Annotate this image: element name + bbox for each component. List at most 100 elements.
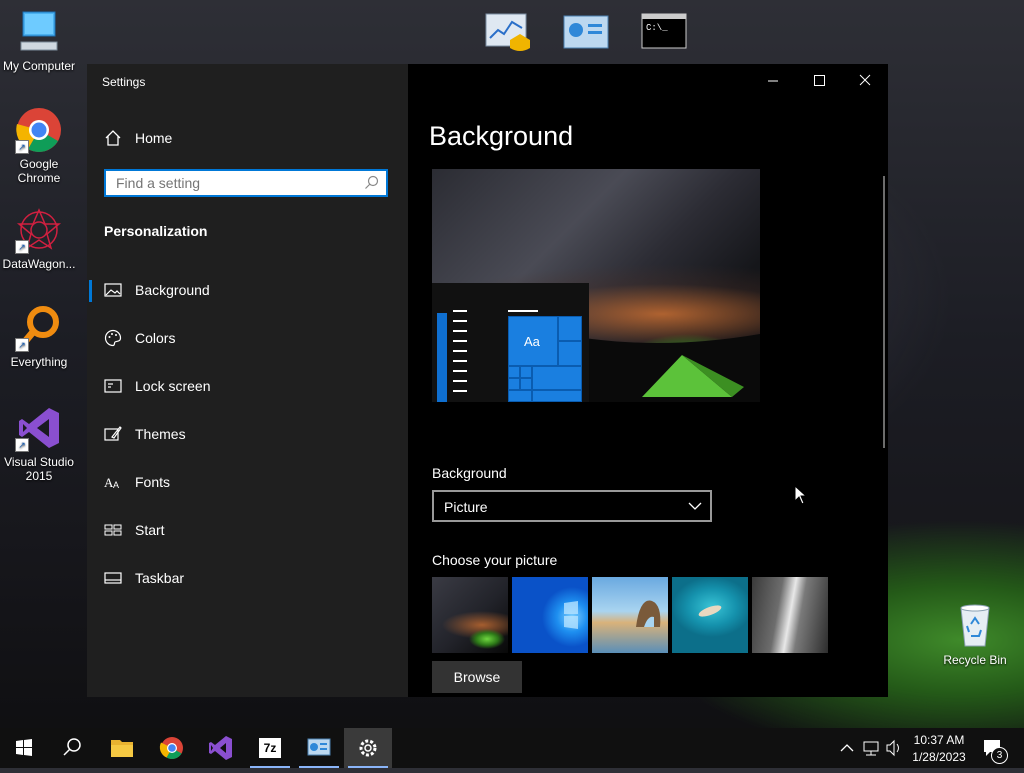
picture-thumbnail-milky-way-tent[interactable] bbox=[432, 577, 508, 653]
nav-home[interactable]: Home bbox=[87, 116, 408, 160]
nav-label: Taskbar bbox=[135, 570, 185, 586]
dropdown-value: Picture bbox=[444, 499, 488, 515]
preview-line bbox=[453, 350, 467, 352]
taskbar-chrome[interactable] bbox=[148, 728, 196, 768]
settings-window: Settings Home Personalization Background… bbox=[87, 64, 888, 697]
show-hidden-icons-button[interactable] bbox=[838, 728, 856, 768]
desktop-icon-label: Everything bbox=[10, 355, 68, 369]
taskbar-control-panel[interactable] bbox=[295, 728, 343, 768]
desktop-icon-command-prompt[interactable]: C:\_ bbox=[640, 12, 688, 56]
fonts-icon: AA bbox=[104, 473, 122, 491]
picture-thumbnail-underwater-swimmer[interactable] bbox=[672, 577, 748, 653]
nav-item-lock-screen[interactable]: Lock screen bbox=[87, 364, 408, 408]
preview-tile bbox=[558, 316, 582, 341]
search-input[interactable] bbox=[106, 171, 366, 195]
home-icon bbox=[104, 129, 122, 147]
taskbar-file-explorer[interactable] bbox=[98, 728, 146, 768]
settings-sidebar: Settings Home Personalization Background… bbox=[87, 64, 408, 697]
preview-tile bbox=[508, 390, 532, 402]
mouse-cursor-icon bbox=[794, 485, 808, 505]
search-icon bbox=[63, 738, 81, 756]
file-explorer-icon bbox=[111, 740, 133, 757]
preview-tile bbox=[520, 378, 532, 390]
network-icon bbox=[863, 741, 879, 756]
nav-label: Home bbox=[135, 130, 173, 146]
maximize-button[interactable] bbox=[796, 64, 842, 98]
windows-logo-icon bbox=[564, 601, 578, 629]
preview-line bbox=[453, 390, 467, 392]
palette-icon bbox=[104, 329, 122, 347]
taskbar-settings[interactable] bbox=[344, 728, 392, 768]
control-panel-icon bbox=[563, 15, 609, 49]
nav-label: Themes bbox=[135, 426, 186, 442]
shortcut-arrow-icon: ↗ bbox=[15, 438, 29, 452]
desktop-icon-everything[interactable]: ↗ Everything bbox=[0, 304, 78, 369]
background-label: Background bbox=[432, 465, 507, 481]
task-manager-icon bbox=[485, 13, 530, 51]
chrome-icon bbox=[159, 737, 183, 759]
recycle-bin-icon bbox=[960, 604, 990, 647]
start-button[interactable] bbox=[0, 728, 48, 768]
taskbar-7zip[interactable]: 7z bbox=[246, 728, 294, 768]
close-icon bbox=[859, 74, 871, 86]
taskbar-visual-studio[interactable] bbox=[197, 728, 245, 768]
nav-label: Start bbox=[135, 522, 165, 538]
background-type-dropdown[interactable]: Picture bbox=[432, 490, 712, 522]
swimmer-graphic bbox=[698, 605, 722, 617]
nav-item-colors[interactable]: Colors bbox=[87, 316, 408, 360]
desktop-icon-my-computer[interactable]: My Computer bbox=[0, 8, 78, 73]
svg-text:C:\_: C:\_ bbox=[646, 23, 668, 33]
close-button[interactable] bbox=[842, 64, 888, 98]
preview-tile bbox=[508, 378, 520, 390]
preview-line bbox=[453, 330, 467, 332]
section-title: Personalization bbox=[104, 223, 208, 239]
taskbar-search-button[interactable] bbox=[48, 728, 96, 768]
preview-line bbox=[453, 340, 467, 342]
picture-thumbnail-waterfall-rock[interactable] bbox=[752, 577, 828, 653]
nav-item-themes[interactable]: Themes bbox=[87, 412, 408, 456]
scrollbar-thumb[interactable] bbox=[883, 176, 885, 448]
background-settings-page: Background Aa Background Picture Choose … bbox=[408, 64, 888, 697]
nav-item-fonts[interactable]: AA Fonts bbox=[87, 460, 408, 504]
network-tray-button[interactable] bbox=[860, 728, 882, 768]
browse-button[interactable]: Browse bbox=[432, 661, 522, 693]
window-title: Settings bbox=[102, 75, 146, 89]
desktop-icon-visual-studio[interactable]: ↗ Visual Studio 2015 bbox=[0, 404, 78, 483]
windows-start-icon bbox=[16, 739, 32, 756]
nav-label: Background bbox=[135, 282, 210, 298]
desktop-icon-google-chrome[interactable]: ↗ Google Chrome bbox=[0, 106, 78, 185]
preview-line bbox=[453, 320, 467, 322]
desktop-icon-control-panel[interactable] bbox=[562, 12, 610, 56]
volume-tray-button[interactable] bbox=[884, 728, 904, 768]
nav-item-start[interactable]: Start bbox=[87, 508, 408, 552]
preview-line bbox=[453, 370, 467, 372]
nav-item-background[interactable]: Background bbox=[87, 268, 408, 312]
minimize-button[interactable] bbox=[750, 64, 796, 98]
preview-tile bbox=[508, 366, 520, 378]
desktop-icon-label: Visual Studio 2015 bbox=[4, 455, 74, 483]
chevron-up-icon bbox=[840, 744, 854, 752]
picture-icon bbox=[104, 281, 122, 299]
notifications-button[interactable]: 3 bbox=[976, 728, 1016, 768]
nav-label: Fonts bbox=[135, 474, 171, 490]
nav-item-taskbar[interactable]: Taskbar bbox=[87, 556, 408, 600]
desktop-icon-task-manager[interactable] bbox=[482, 12, 530, 56]
preview-line bbox=[508, 310, 538, 312]
preview-tile bbox=[558, 341, 582, 366]
picture-thumbnail-beach-rocks[interactable] bbox=[592, 577, 668, 653]
clock[interactable]: 10:37 AM 1/28/2023 bbox=[906, 728, 972, 768]
settings-gear-icon bbox=[359, 739, 377, 757]
nav-label: Colors bbox=[135, 330, 176, 346]
desktop-icon-label: DataWagon... bbox=[2, 257, 76, 271]
desktop-icon-recycle-bin[interactable]: Recycle Bin bbox=[936, 602, 1014, 667]
notification-count-badge: 3 bbox=[991, 747, 1008, 764]
clock-date: 1/28/2023 bbox=[912, 750, 966, 764]
preview-tile bbox=[532, 390, 582, 402]
search-icon[interactable] bbox=[364, 175, 380, 196]
taskbar: 7z 10:37 AM 1/28/2023 3 bbox=[0, 728, 1024, 768]
volume-icon bbox=[886, 739, 899, 757]
picture-thumbnail-windows-light[interactable] bbox=[512, 577, 588, 653]
desktop-icon-datawagon[interactable]: ↗ DataWagon... bbox=[0, 206, 78, 271]
background-preview: Aa bbox=[432, 169, 760, 402]
lock-screen-icon bbox=[104, 377, 122, 395]
